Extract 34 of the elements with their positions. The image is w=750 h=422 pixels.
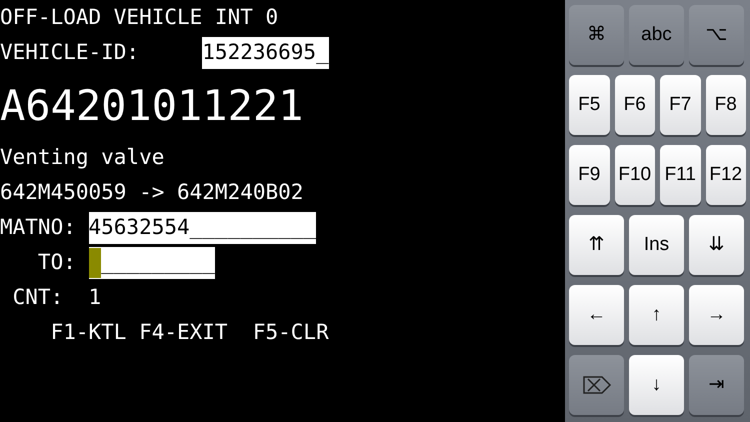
keyboard-key[interactable]: ⇊ (689, 215, 744, 275)
field-label: CNT: (12, 284, 64, 311)
function-key-legend: F1-KTL F4-EXIT F5-CLR (50, 316, 329, 348)
field-label: VEHICLE-ID: (0, 38, 140, 66)
keyboard-key[interactable]: ↑ (629, 285, 684, 345)
input-field[interactable]: 45632554__________ (88, 212, 316, 244)
keyboard-key[interactable]: ⇈ (569, 215, 624, 275)
keyboard-key[interactable]: F8 (706, 75, 746, 135)
keyboard-key[interactable]: ← (569, 285, 624, 345)
keyboard-key[interactable]: F12 (706, 145, 746, 205)
keyboard-key[interactable]: ⌘ (569, 5, 624, 65)
keyboard-key[interactable]: F11 (660, 145, 700, 205)
forward-delete-icon (582, 375, 612, 395)
keyboard-key[interactable]: F9 (569, 145, 610, 205)
field-label: MATNO: (0, 214, 77, 241)
part-mapping: 642M450059 -> 642M240B02 (0, 178, 304, 206)
part-number: A64201011221 (0, 80, 304, 132)
keyboard-key[interactable]: ⌥ (689, 5, 744, 65)
screen-title: OFF-LOAD VEHICLE INT 0 (0, 4, 278, 31)
count-value: 1 (88, 284, 102, 311)
input-field[interactable]: _________ (88, 246, 215, 278)
keyboard-key[interactable]: ⇥ (689, 355, 744, 415)
keyboard-key[interactable]: F10 (614, 145, 655, 205)
delete-key[interactable] (569, 355, 624, 415)
keyboard-key[interactable]: abc (629, 5, 684, 65)
keyboard-key[interactable]: → (689, 285, 744, 345)
part-description: Venting valve (0, 144, 164, 171)
input-field[interactable]: 152236695_ (202, 36, 329, 68)
field-label: TO: (36, 248, 77, 276)
keyboard-key[interactable]: F7 (660, 75, 700, 135)
keyboard-key[interactable]: ↓ (629, 355, 684, 415)
keyboard-key[interactable]: F6 (614, 75, 655, 135)
keyboard-key[interactable]: F5 (569, 75, 610, 135)
keyboard-key[interactable]: Ins (629, 215, 684, 275)
